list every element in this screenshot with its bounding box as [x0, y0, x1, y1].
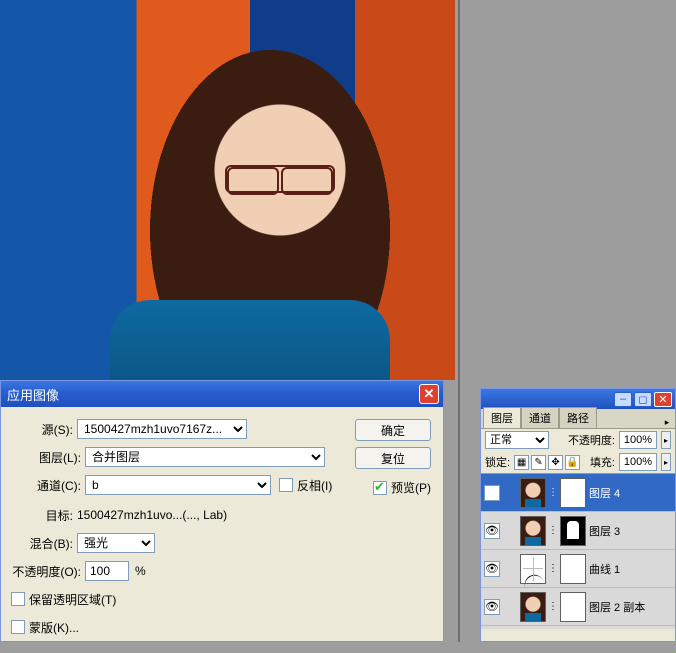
photo-glasses — [225, 165, 335, 193]
panel-menu-icon[interactable]: ▸ — [659, 417, 675, 428]
pane-divider — [458, 0, 460, 642]
dialog-titlebar[interactable]: 应用图像 ✕ — [1, 381, 443, 407]
channel-combo[interactable]: b — [85, 475, 271, 495]
panel-window-bar[interactable]: – ◻ ✕ — [481, 389, 675, 409]
visibility-icon[interactable]: 👁 — [484, 599, 500, 615]
preview-checkbox[interactable] — [373, 481, 387, 495]
tab-channels-label: 通道 — [529, 413, 551, 425]
layer-opacity-input[interactable] — [619, 431, 657, 449]
tab-channels[interactable]: 通道 — [521, 407, 559, 428]
layer-mask-thumbnail[interactable] — [560, 516, 586, 546]
lock-position-icon[interactable]: ✥ — [548, 455, 563, 470]
layer-mask-thumbnail[interactable] — [560, 554, 586, 584]
ok-label: 确定 — [381, 422, 405, 439]
panel-tabs: 图层 通道 路径 ▸ — [481, 409, 675, 429]
layer-row[interactable]: 👁 ⋮ 图层 2 副本 — [481, 588, 675, 626]
apply-image-dialog: 应用图像 ✕ 确定 复位 预览(P) 源(S): 1500427mzh1uvo7… — [0, 380, 444, 642]
source-label: 源(S): — [11, 421, 73, 438]
layer-thumbnail[interactable] — [520, 478, 546, 508]
tab-layers[interactable]: 图层 — [483, 407, 521, 428]
fill-input[interactable] — [619, 453, 657, 471]
target-value: 1500427mzh1uvo...(..., Lab) — [77, 508, 227, 522]
layer-opacity-label: 不透明度: — [568, 432, 615, 448]
target-label: 目标: — [11, 507, 73, 524]
layer-thumbnail[interactable] — [520, 516, 546, 546]
visibility-icon[interactable]: 👁 — [484, 561, 500, 577]
reset-label: 复位 — [381, 450, 405, 467]
lock-transparency-icon[interactable]: ▦ — [514, 455, 529, 470]
blend-label: 混合(B): — [11, 535, 73, 552]
layer-blend-combo[interactable]: 正常 — [485, 431, 549, 449]
layer-label: 图层(L): — [31, 449, 81, 466]
photo-torso — [110, 300, 390, 380]
layers-panel: – ◻ ✕ 图层 通道 路径 ▸ 正常 不透明度: ▸ 锁定: ▦ ✎ ✥ 🔒 … — [480, 388, 676, 642]
layer-combo[interactable]: 合并图层 — [85, 447, 325, 467]
opacity-input[interactable] — [85, 561, 129, 581]
preserve-transparency-checkbox[interactable] — [11, 592, 25, 606]
invert-checkbox[interactable] — [279, 478, 293, 492]
document-canvas[interactable] — [0, 0, 455, 380]
layer-row[interactable]: 👁 ⋮ 曲线 1 — [481, 550, 675, 588]
mask-label: 蒙版(K)... — [29, 619, 79, 636]
lock-pixels-icon[interactable]: ✎ — [531, 455, 546, 470]
visibility-icon[interactable]: 👁 — [484, 523, 500, 539]
reset-button[interactable]: 复位 — [355, 447, 431, 469]
panel-close-icon[interactable]: ✕ — [654, 392, 672, 407]
preview-label: 预览(P) — [391, 479, 431, 496]
layer-name[interactable]: 曲线 1 — [589, 561, 620, 577]
layer-thumbnail[interactable] — [520, 592, 546, 622]
channel-label: 通道(C): — [31, 477, 81, 494]
mask-link-icon: ⋮ — [549, 487, 557, 498]
tab-layers-label: 图层 — [491, 413, 513, 425]
layer-row[interactable]: 👁 ⋮ 图层 3 — [481, 512, 675, 550]
adjustment-thumbnail[interactable] — [520, 554, 546, 584]
layer-name[interactable]: 图层 3 — [589, 523, 620, 539]
visibility-icon[interactable]: 👁 — [484, 485, 500, 501]
layer-name[interactable]: 图层 4 — [589, 485, 620, 501]
minimize-icon[interactable]: – — [614, 392, 632, 407]
invert-label: 反相(I) — [297, 477, 332, 494]
close-icon[interactable]: ✕ — [419, 384, 439, 404]
mask-checkbox[interactable] — [11, 620, 25, 634]
layer-row[interactable]: 👁 ⋮ 图层 4 — [481, 474, 675, 512]
tab-paths-label: 路径 — [567, 413, 589, 425]
source-combo[interactable]: 1500427mzh1uvo7167z... — [77, 419, 247, 439]
lock-label: 锁定: — [485, 454, 510, 470]
opacity-unit: % — [135, 564, 146, 578]
mask-link-icon: ⋮ — [549, 601, 557, 612]
dialog-title: 应用图像 — [7, 385, 419, 404]
ok-button[interactable]: 确定 — [355, 419, 431, 441]
layer-list: 👁 ⋮ 图层 4 👁 ⋮ 图层 3 👁 ⋮ 曲线 1 👁 — [481, 473, 675, 629]
opacity-spinner-icon[interactable]: ▸ — [661, 431, 671, 449]
fill-label: 填充: — [590, 454, 615, 470]
blend-combo[interactable]: 强光 — [77, 533, 155, 553]
layer-name[interactable]: 图层 2 副本 — [589, 599, 645, 615]
opacity-label: 不透明度(O): — [11, 563, 81, 580]
layer-mask-thumbnail[interactable] — [560, 592, 586, 622]
lock-all-icon[interactable]: 🔒 — [565, 455, 580, 470]
mask-link-icon: ⋮ — [549, 525, 557, 536]
tab-paths[interactable]: 路径 — [559, 407, 597, 428]
preserve-transparency-label: 保留透明区域(T) — [29, 591, 116, 608]
maximize-icon[interactable]: ◻ — [634, 392, 652, 407]
mask-link-icon: ⋮ — [549, 563, 557, 574]
layer-mask-thumbnail[interactable] — [560, 478, 586, 508]
fill-spinner-icon[interactable]: ▸ — [661, 453, 671, 471]
